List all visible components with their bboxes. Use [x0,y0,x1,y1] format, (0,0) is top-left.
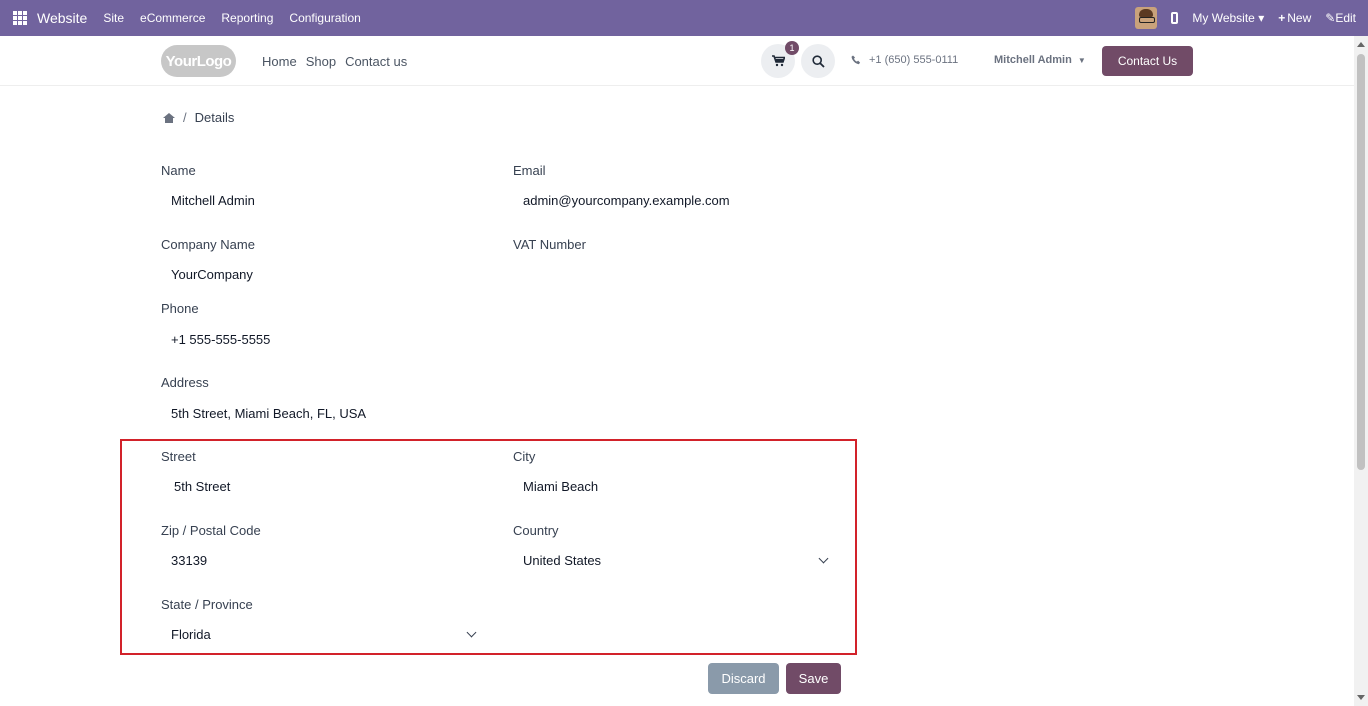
scroll-down-icon[interactable] [1357,695,1365,700]
contact-us-button[interactable]: Contact Us [1102,46,1193,76]
zip-label: Zip / Postal Code [161,523,261,538]
address-label: Address [161,375,209,390]
site-nav: Home Shop Contact us [262,54,407,69]
name-field[interactable]: Mitchell Admin [171,193,255,208]
mobile-preview-icon[interactable] [1171,12,1179,24]
save-button[interactable]: Save [786,663,841,694]
pencil-icon: ✎ [1325,11,1336,25]
user-name: Mitchell Admin [994,54,1072,66]
country-label: Country [513,523,559,538]
phone-field[interactable]: +1 555-555-5555 [171,332,270,347]
menu-ecommerce[interactable]: eCommerce [140,11,205,25]
site-logo[interactable]: YourLogo [161,45,236,77]
email-field[interactable]: admin@yourcompany.example.com [523,193,730,208]
search-button[interactable] [801,44,835,78]
page-scrollbar[interactable] [1354,36,1368,706]
cart-icon [771,55,785,67]
user-avatar[interactable] [1135,7,1158,29]
top-navbar: Website Site eCommerce Reporting Configu… [0,0,1368,36]
address-details-highlight [120,439,857,655]
phone-label: Phone [161,301,199,316]
app-brand[interactable]: Website [37,10,87,26]
city-field[interactable]: Miami Beach [523,479,598,494]
breadcrumb: / Details [163,110,234,125]
apps-grid-icon[interactable] [13,11,27,25]
search-icon [811,54,825,68]
breadcrumb-current: Details [194,110,235,125]
scrollbar-thumb[interactable] [1357,54,1365,470]
nav-home[interactable]: Home [262,54,297,69]
edit-label: Edit [1335,11,1356,25]
street-field[interactable]: 5th Street [174,479,230,494]
menu-configuration[interactable]: Configuration [289,11,360,25]
nav-contact[interactable]: Contact us [345,54,407,69]
state-label: State / Province [161,597,253,612]
zip-field[interactable]: 33139 [171,553,207,568]
menu-site[interactable]: Site [103,11,124,25]
menu-reporting[interactable]: Reporting [221,11,273,25]
cart-button[interactable]: 1 [761,41,799,78]
caret-down-icon: ▼ [1077,56,1086,65]
address-field[interactable]: 5th Street, Miami Beach, FL, USA [171,406,366,421]
scroll-up-icon[interactable] [1357,42,1365,47]
name-label: Name [161,163,196,178]
phone-number: +1 (650) 555-0111 [869,54,959,66]
company-label: Company Name [161,237,255,252]
city-label: City [513,449,536,464]
breadcrumb-separator: / [183,110,187,125]
phone-link[interactable]: +1 (650) 555-0111 [851,54,958,66]
plus-icon: + [1278,11,1286,25]
edit-button[interactable]: ✎Edit [1325,11,1356,25]
cart-count-badge: 1 [785,41,799,55]
email-label: Email [513,163,546,178]
my-website-label: My Website [1192,11,1255,25]
vat-label: VAT Number [513,237,586,252]
my-website-dropdown[interactable]: My Website ▾ [1192,11,1264,25]
company-field[interactable]: YourCompany [171,267,253,282]
discard-button[interactable]: Discard [708,663,779,694]
new-label: New [1287,11,1312,25]
home-icon[interactable] [163,112,175,123]
state-select[interactable]: Florida [171,627,211,642]
new-button[interactable]: + New [1278,11,1311,25]
street-label: Street [161,449,196,464]
country-select[interactable]: United States [523,553,601,568]
site-header: YourLogo Home Shop Contact us 1 +1 (650)… [0,36,1354,86]
phone-icon [851,55,861,65]
nav-shop[interactable]: Shop [306,54,336,69]
user-menu[interactable]: Mitchell Admin ▼ [994,54,1086,66]
